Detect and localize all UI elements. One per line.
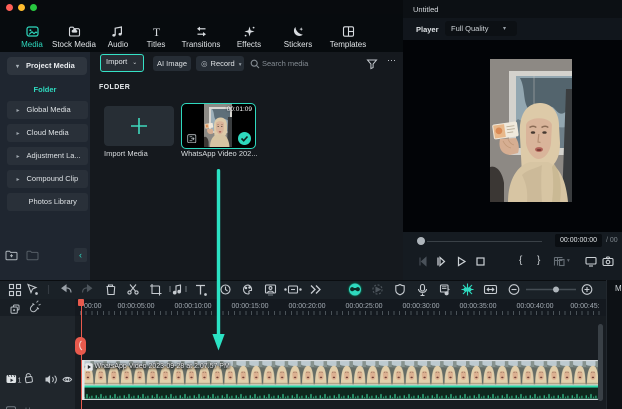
svg-text:T: T: [153, 25, 161, 38]
svg-text:1: 1: [18, 378, 22, 385]
